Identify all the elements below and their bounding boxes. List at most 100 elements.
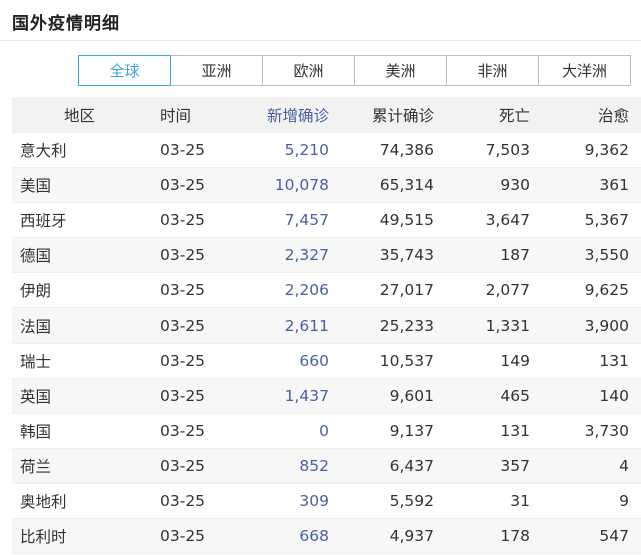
table-row[interactable]: 美国 03-25 10,078 65,314 930 361 [12,168,641,204]
tab-americas[interactable]: 美洲 [354,55,447,86]
cell-new-cases: 668 [299,527,329,546]
cell-time: 03-25 [160,281,206,300]
column-header-region[interactable]: 地区 [12,104,154,126]
table-row[interactable]: 韩国 03-25 0 9,137 131 3,730 [12,414,641,449]
cell-cured: 5,367 [584,211,629,230]
tab-africa[interactable]: 非洲 [446,55,539,86]
cell-cured: 3,550 [584,246,629,265]
column-header-total-cases[interactable]: 累计确诊 [329,104,434,126]
cell-cured: 140 [599,386,629,405]
tab-global[interactable]: 全球 [78,55,171,86]
cell-time: 03-25 [160,421,206,440]
cell-total-cases: 65,314 [379,176,434,195]
cell-region: 法国 [20,317,52,336]
page-title: 国外疫情明细 [12,14,120,34]
cell-cured: 9 [619,491,629,510]
cell-cured: 9,362 [584,141,629,160]
table-row[interactable]: 伊朗 03-25 2,206 27,017 2,077 9,625 [12,273,641,309]
cell-region: 韩国 [20,422,52,441]
cell-region: 奥地利 [20,492,67,511]
cell-time: 03-25 [160,456,206,475]
cell-new-cases: 309 [299,491,329,510]
cell-new-cases: 10,078 [274,176,329,195]
cell-cured: 3,900 [584,316,629,335]
tab-oceania[interactable]: 大洋洲 [538,55,631,86]
tab-asia[interactable]: 亚洲 [170,55,263,86]
region-tabs: 全球 亚洲 欧洲 美洲 非洲 大洋洲 [78,55,631,86]
cell-new-cases: 852 [299,456,329,475]
cell-deaths: 357 [500,456,530,475]
column-header-time[interactable]: 时间 [154,104,244,126]
cell-region: 英国 [20,387,52,406]
tab-europe[interactable]: 欧洲 [262,55,355,86]
cell-deaths: 187 [500,246,530,265]
cell-cured: 361 [599,176,629,195]
cell-new-cases: 1,437 [284,386,329,405]
cell-deaths: 2,077 [485,281,530,300]
cell-region: 美国 [20,177,52,196]
epidemic-table: 地区 时间 新增确诊 累计确诊 死亡 治愈 意大利 03-25 5,210 74,38… [12,97,641,555]
column-header-deaths[interactable]: 死亡 [434,104,530,126]
cell-total-cases: 9,137 [389,421,434,440]
cell-new-cases: 660 [299,351,329,370]
cell-region: 伊朗 [20,282,52,301]
cell-deaths: 178 [500,527,530,546]
cell-time: 03-25 [160,316,206,335]
cell-time: 03-25 [160,246,206,265]
table-row[interactable]: 英国 03-25 1,437 9,601 465 140 [12,378,641,414]
cell-region: 德国 [20,247,52,266]
cell-cured: 547 [599,527,629,546]
cell-total-cases: 10,537 [379,351,434,370]
title-divider [0,40,641,41]
cell-time: 03-25 [160,351,206,370]
cell-new-cases: 5,210 [284,141,329,160]
cell-deaths: 31 [510,491,530,510]
cell-cured: 131 [599,351,629,370]
cell-deaths: 1,331 [485,316,530,335]
cell-time: 03-25 [160,176,206,195]
cell-deaths: 3,647 [485,211,530,230]
cell-total-cases: 25,233 [379,316,434,335]
cell-region: 瑞士 [20,352,52,371]
cell-cured: 3,730 [584,421,629,440]
cell-total-cases: 74,386 [379,141,434,160]
cell-region: 比利时 [20,528,67,547]
cell-time: 03-25 [160,386,206,405]
table-row[interactable]: 德国 03-25 2,327 35,743 187 3,550 [12,238,641,274]
cell-new-cases: 2,206 [284,281,329,300]
cell-total-cases: 49,515 [379,211,434,230]
cell-time: 03-25 [160,141,206,160]
cell-deaths: 131 [500,421,530,440]
cell-deaths: 149 [500,351,530,370]
table-body: 意大利 03-25 5,210 74,386 7,503 9,362 美国 03-25 10,0… [12,133,641,555]
cell-deaths: 7,503 [485,141,530,160]
table-row[interactable]: 比利时 03-25 668 4,937 178 547 [12,519,641,555]
cell-total-cases: 35,743 [379,246,434,265]
cell-time: 03-25 [160,211,206,230]
cell-cured: 4 [619,456,629,475]
cell-region: 意大利 [20,142,67,161]
table-row[interactable]: 西班牙 03-25 7,457 49,515 3,647 5,367 [12,203,641,239]
table-header-row: 地区 时间 新增确诊 累计确诊 死亡 治愈 [12,97,641,133]
table-row[interactable]: 奥地利 03-25 309 5,592 31 9 [12,484,641,520]
cell-total-cases: 4,937 [389,527,434,546]
cell-new-cases: 0 [319,421,329,440]
table-row[interactable]: 瑞士 03-25 660 10,537 149 131 [12,344,641,379]
table-row[interactable]: 法国 03-25 2,611 25,233 1,331 3,900 [12,308,641,344]
cell-new-cases: 2,327 [284,246,329,265]
cell-cured: 9,625 [584,281,629,300]
column-header-new-cases[interactable]: 新增确诊 [244,104,329,126]
cell-time: 03-25 [160,491,206,510]
cell-new-cases: 7,457 [284,211,329,230]
column-header-cured[interactable]: 治愈 [530,104,629,126]
cell-region: 荷兰 [20,457,52,476]
table-row[interactable]: 意大利 03-25 5,210 74,386 7,503 9,362 [12,133,641,169]
cell-new-cases: 2,611 [284,316,329,335]
table-row[interactable]: 荷兰 03-25 852 6,437 357 4 [12,448,641,484]
cell-total-cases: 6,437 [389,456,434,475]
cell-deaths: 930 [500,176,530,195]
cell-total-cases: 27,017 [379,281,434,300]
cell-deaths: 465 [500,386,530,405]
cell-total-cases: 9,601 [389,386,434,405]
cell-region: 西班牙 [20,212,67,231]
